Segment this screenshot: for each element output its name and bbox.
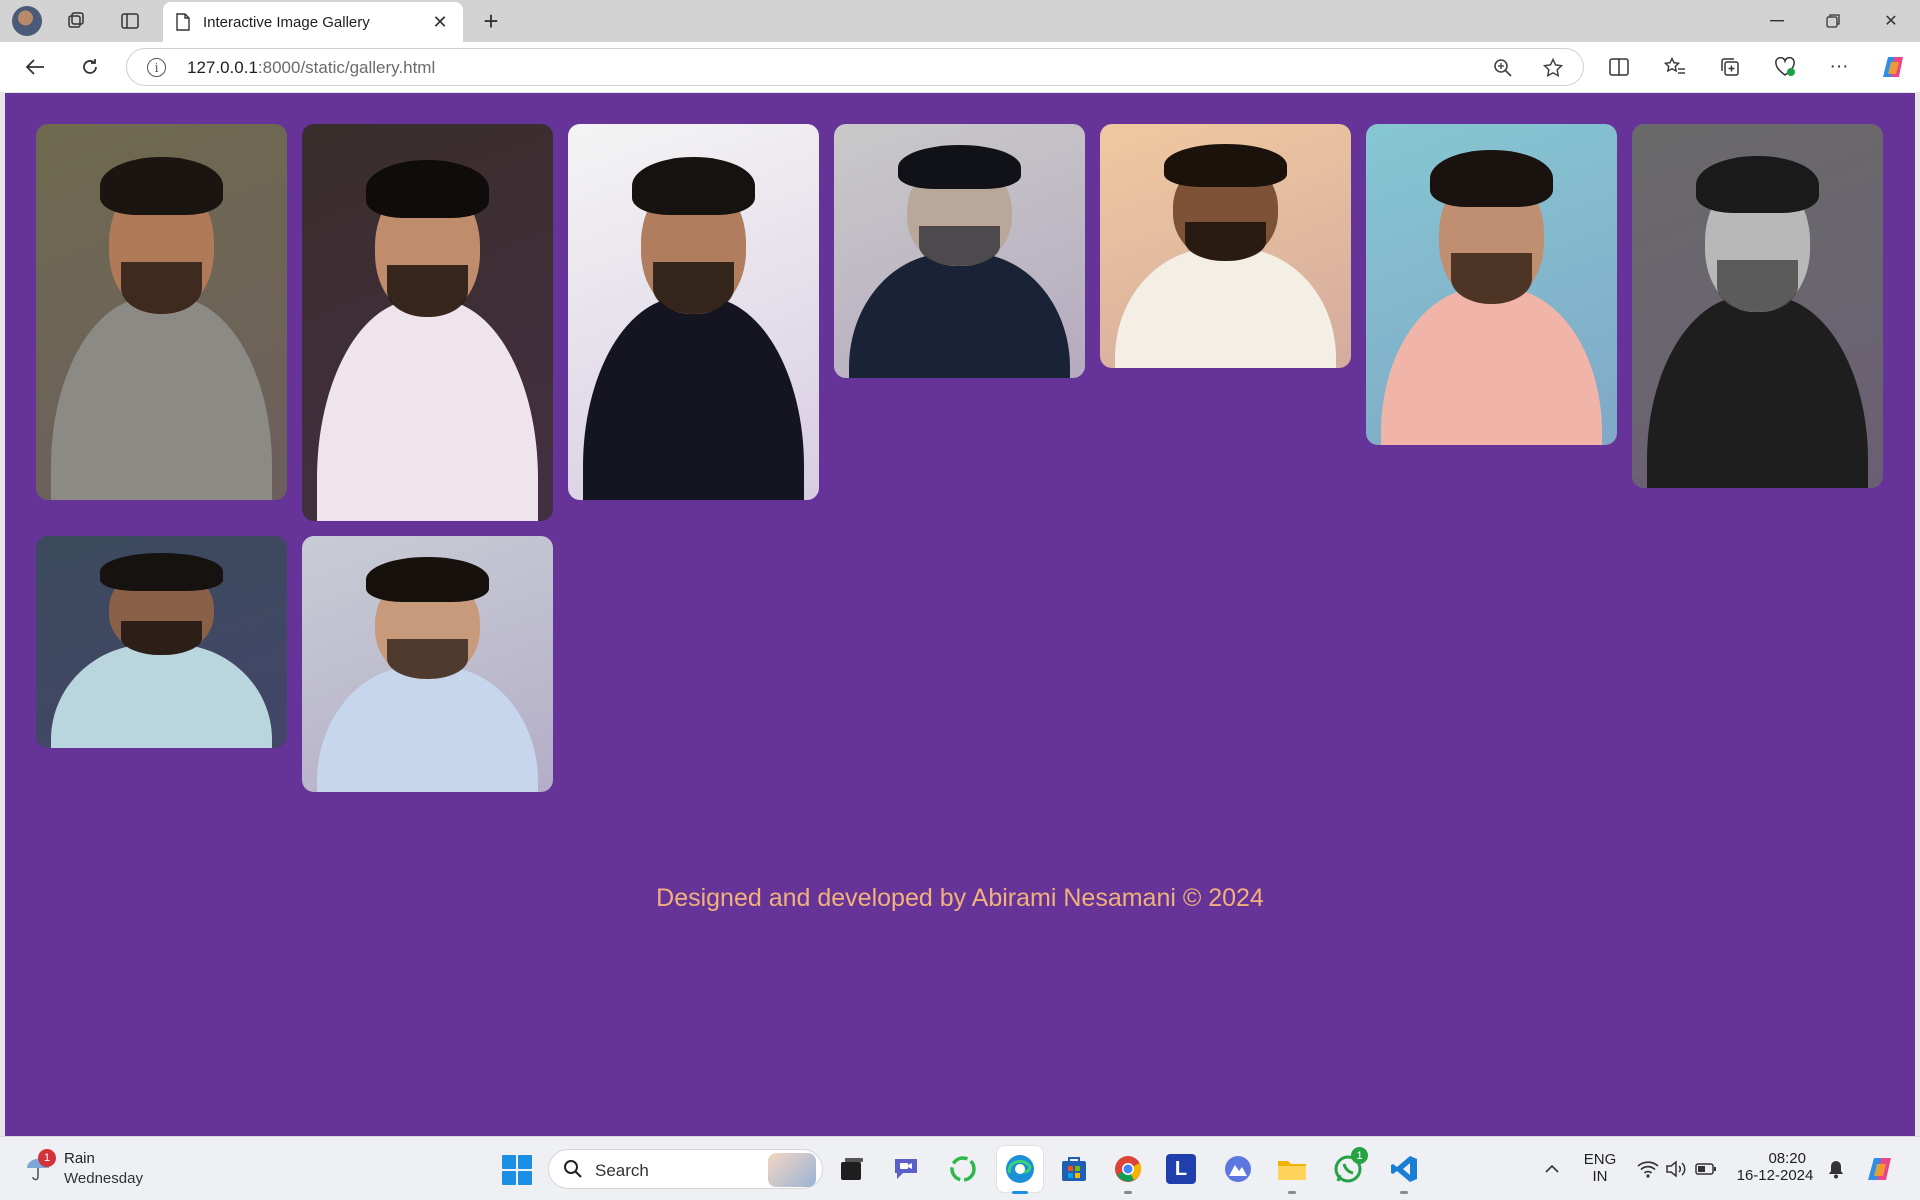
gallery-photo-6[interactable] [1366, 124, 1617, 445]
gallery-photo-7[interactable] [1632, 124, 1883, 488]
photo-hair [1164, 143, 1287, 187]
site-info-icon[interactable]: i [147, 58, 166, 77]
url-path: :8000/static/gallery.html [257, 58, 436, 77]
wifi-icon[interactable] [1636, 1157, 1660, 1181]
browser-toolbar: i 127.0.0.1:8000/static/gallery.html ··· [0, 42, 1920, 92]
weather-title: Rain [64, 1150, 95, 1167]
photo-beard [121, 261, 202, 314]
gallery-photo-4[interactable] [834, 124, 1085, 378]
clock-date: 16-12-2024 [1736, 1167, 1814, 1184]
l-app-icon[interactable]: L [1166, 1154, 1196, 1184]
gallery-photo-8[interactable] [36, 536, 287, 748]
taskbar-search[interactable]: Search [548, 1149, 823, 1189]
photo-hair [898, 144, 1021, 190]
running-indicator [1288, 1191, 1296, 1194]
vertical-tabs-icon[interactable] [116, 8, 144, 34]
tab-title: Interactive Image Gallery [203, 13, 370, 31]
collections-icon[interactable] [1713, 52, 1747, 82]
gallery-photo-2[interactable] [302, 124, 553, 521]
photo-hair [366, 556, 489, 602]
url-host: 127.0.0.1 [187, 58, 258, 77]
photo-hair [100, 157, 223, 215]
close-window-button[interactable]: ✕ [1866, 6, 1916, 36]
search-icon [564, 1160, 582, 1178]
footer-credit: Designed and developed by Abirami Nesama… [656, 884, 1264, 912]
copilot-taskbar-icon[interactable] [1864, 1153, 1896, 1185]
photo-hair [1696, 155, 1819, 214]
page-viewport: Designed and developed by Abirami Nesama… [5, 93, 1915, 1136]
close-tab-icon[interactable]: ✕ [429, 12, 451, 33]
photo-hair [1430, 150, 1553, 207]
clock[interactable]: 08:20 16-12-2024 [1730, 1150, 1820, 1184]
refresh-button[interactable] [73, 52, 107, 82]
show-hidden-icons-chevron-icon[interactable] [1540, 1157, 1564, 1181]
weather-alert-badge: 1 [38, 1149, 56, 1167]
language-indicator[interactable]: ENG IN [1580, 1151, 1620, 1185]
gallery-photo-5[interactable] [1100, 124, 1351, 368]
photo-beard [1185, 221, 1266, 261]
battery-icon[interactable] [1694, 1157, 1718, 1181]
photo-hair [366, 160, 489, 218]
vscode-icon[interactable] [1386, 1151, 1422, 1194]
more-menu-icon[interactable]: ··· [1822, 52, 1856, 82]
gallery-photo-9[interactable] [302, 536, 553, 792]
sync-app-icon[interactable] [945, 1151, 981, 1187]
image-gallery [36, 124, 1888, 792]
notification-bell-icon[interactable] [1824, 1157, 1848, 1181]
favorites-icon[interactable] [1658, 52, 1692, 82]
address-bar[interactable]: i 127.0.0.1:8000/static/gallery.html [126, 48, 1584, 86]
split-screen-icon[interactable] [1602, 52, 1636, 82]
chrome-browser-icon[interactable] [1110, 1151, 1146, 1194]
favorite-star-icon[interactable] [1539, 55, 1567, 81]
profile-avatar[interactable] [12, 6, 42, 36]
file-explorer-icon[interactable] [1274, 1151, 1310, 1194]
photo-hair [632, 157, 755, 215]
browser-essentials-icon[interactable] [1768, 52, 1802, 82]
gallery-photo-3[interactable] [568, 124, 819, 500]
weather-day: Wednesday [64, 1170, 143, 1187]
restore-button[interactable] [1808, 6, 1858, 36]
whatsapp-icon[interactable]: 1 [1330, 1147, 1368, 1187]
active-tab[interactable]: Interactive Image Gallery ✕ [163, 2, 463, 42]
edge-browser-icon[interactable] [1002, 1151, 1038, 1194]
page-icon [176, 13, 190, 31]
running-indicator [1124, 1191, 1132, 1194]
gallery-photo-1[interactable] [36, 124, 287, 500]
zoom-icon[interactable] [1489, 55, 1517, 81]
clock-time: 08:20 [1768, 1150, 1806, 1167]
windows-taskbar: 1 Rain Wednesday Search L 1 ENG IN 08:20… [0, 1136, 1920, 1200]
photo-beard [387, 638, 468, 680]
photo-hair [100, 553, 223, 591]
photo-beard [121, 620, 202, 655]
whatsapp-badge: 1 [1351, 1147, 1368, 1164]
region-code: IN [1592, 1168, 1608, 1185]
volume-icon[interactable] [1664, 1157, 1688, 1181]
task-view-icon[interactable] [834, 1151, 870, 1187]
running-indicator [1400, 1191, 1408, 1194]
minimize-button[interactable] [1752, 6, 1802, 36]
search-label: Search [595, 1161, 649, 1180]
start-button[interactable] [502, 1155, 532, 1185]
photo-beard [387, 264, 468, 317]
photo-beard [1451, 252, 1532, 304]
photo-beard [919, 225, 1000, 267]
search-highlight-image [768, 1153, 816, 1187]
browser-title-bar: Interactive Image Gallery ✕ + ✕ [0, 0, 1920, 42]
back-button[interactable] [18, 52, 52, 82]
workspaces-icon[interactable] [62, 8, 90, 34]
active-indicator [1012, 1191, 1028, 1194]
photo-beard [1717, 259, 1798, 312]
photo-beard [653, 261, 734, 314]
language-code: ENG [1583, 1151, 1617, 1168]
new-tab-button[interactable]: + [477, 6, 505, 36]
mountain-app-icon[interactable] [1220, 1151, 1256, 1187]
store-app-icon[interactable] [1056, 1151, 1092, 1187]
url-text[interactable]: 127.0.0.1:8000/static/gallery.html [187, 58, 435, 78]
meet-app-icon[interactable] [888, 1151, 924, 1187]
copilot-icon[interactable] [1876, 52, 1910, 82]
